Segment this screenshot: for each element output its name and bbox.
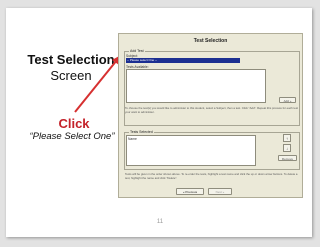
- previous-button[interactable]: « Previous: [176, 188, 204, 195]
- move-up-button[interactable]: ↑: [283, 134, 291, 142]
- next-button[interactable]: Next »: [208, 188, 232, 195]
- window-title: Test Selection: [193, 38, 228, 44]
- arrow-up-icon: ↑: [286, 136, 288, 141]
- arrow-down-icon: ↓: [286, 146, 288, 151]
- tests-available-list[interactable]: [126, 69, 266, 103]
- add-test-instructions: To choose the test(s) you would like to …: [125, 106, 298, 114]
- tests-selected-instructions: Tests will be given in the order shown a…: [125, 172, 298, 180]
- tests-selected-legend: Tests Selected: [129, 130, 154, 134]
- remove-button[interactable]: Remove: [278, 155, 297, 161]
- add-test-legend: Add Test: [129, 49, 145, 53]
- add-button[interactable]: Add »: [279, 97, 296, 103]
- subject-select[interactable]: -- Please select One --: [126, 58, 240, 63]
- test-selection-window: Test Selection Add Test Subject: -- Plea…: [118, 33, 303, 198]
- move-down-button[interactable]: ↓: [283, 144, 291, 152]
- name-column-header: Name: [128, 137, 137, 141]
- page-number: 11: [156, 219, 164, 225]
- tests-selected-list[interactable]: Name: [126, 135, 256, 166]
